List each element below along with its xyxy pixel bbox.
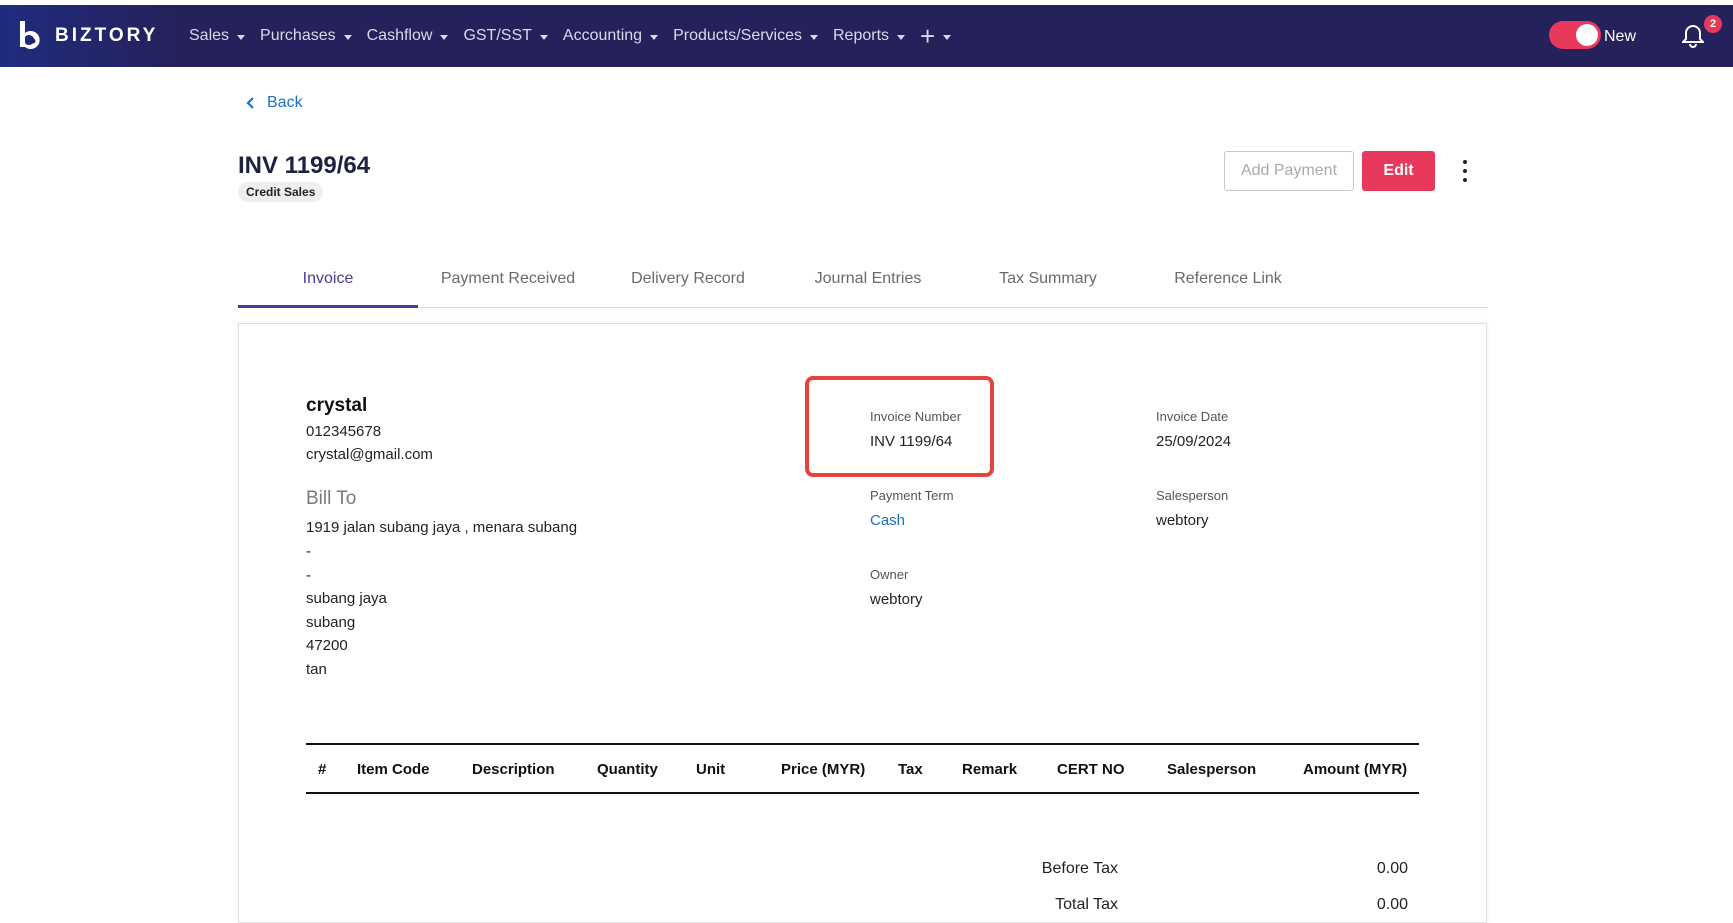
total-tax-value: 0.00 (1376, 896, 1408, 913)
column-header: Price (MYR) (781, 761, 866, 778)
tab-invoice[interactable]: Invoice (238, 258, 418, 308)
tab-payment-received[interactable]: Payment Received (418, 258, 598, 307)
tab-delivery-record[interactable]: Delivery Record (598, 258, 778, 307)
customer-email: crystal@gmail.com (306, 446, 433, 463)
tab-journal-entries[interactable]: Journal Entries (778, 258, 958, 307)
edit-button[interactable]: Edit (1362, 151, 1435, 191)
items-table: # Item Code Description Quantity Unit Pr… (306, 743, 1419, 794)
salesperson-label: Salesperson (1156, 488, 1229, 503)
nav-products-services[interactable]: Products/Services (673, 27, 818, 45)
column-header: Description (472, 761, 555, 778)
address-line: subang jaya (306, 590, 387, 607)
column-header: Unit (696, 761, 726, 778)
invoice-number-highlight (805, 376, 994, 477)
caret-down-icon (237, 34, 246, 40)
more-options-icon[interactable] (1455, 158, 1475, 184)
back-link[interactable]: Back (245, 94, 303, 112)
main-menu: Sales Purchases Cashflow GST/SST Account… (189, 5, 966, 67)
quick-add-menu[interactable]: + (920, 21, 952, 51)
column-header: Remark (962, 761, 1018, 778)
address-line: - (306, 543, 311, 560)
invoice-date-value: 25/09/2024 (1156, 433, 1232, 450)
payment-term-label: Payment Term (870, 488, 954, 503)
caret-down-icon (650, 34, 659, 40)
notification-count-badge: 2 (1704, 15, 1722, 33)
caret-down-icon (943, 34, 952, 40)
invoice-number-label: Invoice Number (870, 409, 962, 424)
caret-down-icon (343, 34, 352, 40)
owner-label: Owner (870, 567, 909, 582)
nav-products-services-label: Products/Services (673, 27, 802, 44)
add-payment-button[interactable]: Add Payment (1224, 151, 1354, 191)
nav-purchases[interactable]: Purchases (260, 27, 352, 45)
column-header: CERT NO (1057, 761, 1125, 778)
biztory-logo-icon (20, 21, 40, 49)
before-tax-label: Before Tax (1041, 860, 1118, 877)
page-title: INV 1199/64 (238, 152, 371, 179)
new-ui-toggle[interactable] (1549, 21, 1601, 49)
nav-accounting-label: Accounting (562, 27, 643, 44)
document-tabs: Invoice Payment Received Delivery Record… (238, 258, 1488, 308)
nav-sales-label: Sales (189, 27, 230, 44)
bill-to-heading: Bill To (306, 488, 357, 509)
invoice-date-label: Invoice Date (1156, 409, 1229, 424)
before-tax-value: 0.00 (1376, 860, 1408, 877)
caret-down-icon (810, 34, 818, 40)
nav-cashflow[interactable]: Cashflow (367, 27, 449, 45)
caret-down-icon (897, 34, 906, 40)
bell-icon[interactable] (1682, 24, 1704, 48)
nav-reports-label: Reports (833, 27, 890, 44)
payment-term-link[interactable]: Cash (870, 512, 905, 529)
column-header: Tax (898, 761, 923, 778)
column-header: Quantity (597, 761, 658, 778)
chevron-left-icon (246, 97, 254, 109)
brand-name: BIZTORY (55, 25, 159, 46)
address-line: 47200 (306, 637, 348, 654)
tab-tax-summary[interactable]: Tax Summary (958, 258, 1138, 307)
salesperson-value: webtory (1156, 512, 1209, 529)
address-line: 1919 jalan subang jaya , menara subang (306, 519, 578, 536)
tab-reference-link[interactable]: Reference Link (1138, 258, 1318, 307)
caret-down-icon (440, 34, 449, 40)
column-header: Amount (MYR) (1303, 761, 1408, 778)
address-line: tan (306, 661, 327, 678)
top-navbar: BIZTORY Sales Purchases Cashflow GST/SST… (0, 5, 1733, 67)
customer-name: crystal (306, 395, 368, 416)
nav-sales[interactable]: Sales (189, 27, 246, 45)
column-header: Item Code (357, 761, 430, 778)
customer-phone: 012345678 (306, 423, 382, 440)
plus-icon: + (920, 21, 936, 51)
nav-cashflow-label: Cashflow (366, 27, 433, 44)
nav-gst-sst-label: GST/SST (463, 27, 532, 44)
document-type-badge: Credit Sales (238, 182, 324, 202)
column-header: # (318, 761, 327, 778)
nav-reports[interactable]: Reports (833, 27, 906, 45)
nav-purchases-label: Purchases (260, 27, 336, 44)
total-tax-label: Total Tax (1055, 896, 1118, 913)
address-line: subang (306, 614, 356, 631)
owner-value: webtory (870, 591, 923, 608)
logo[interactable]: BIZTORY (0, 5, 180, 67)
toggle-label: New (1604, 28, 1637, 45)
nav-gst-sst[interactable]: GST/SST (463, 27, 548, 45)
invoice-number-value: INV 1199/64 (870, 433, 953, 450)
caret-down-icon (539, 34, 548, 40)
address-line: - (306, 567, 311, 584)
nav-accounting[interactable]: Accounting (562, 27, 659, 45)
column-header: Salesperson (1167, 761, 1257, 778)
back-label: Back (267, 94, 303, 111)
toggle-knob (1576, 24, 1598, 46)
